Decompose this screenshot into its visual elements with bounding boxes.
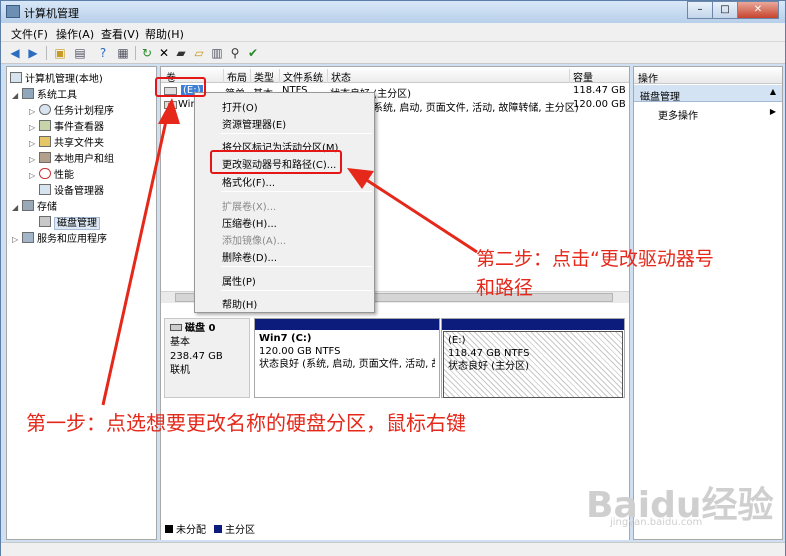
watermark-url: jingyan.baidu.com [610,517,703,528]
step2-annotation-line2: 和路径 [476,277,534,299]
step1-arrow [101,102,172,406]
step2-arrow [361,175,478,254]
step2-annotation-line1: 第二步：点击“更改驱动器号 [476,248,714,270]
step1-annotation: 第一步：点选想要更改名称的硬盘分区，鼠标右键 [26,411,466,435]
step1-arrowhead [158,98,180,124]
step2-arrowhead [347,168,374,189]
annotation-arrows [101,98,478,406]
